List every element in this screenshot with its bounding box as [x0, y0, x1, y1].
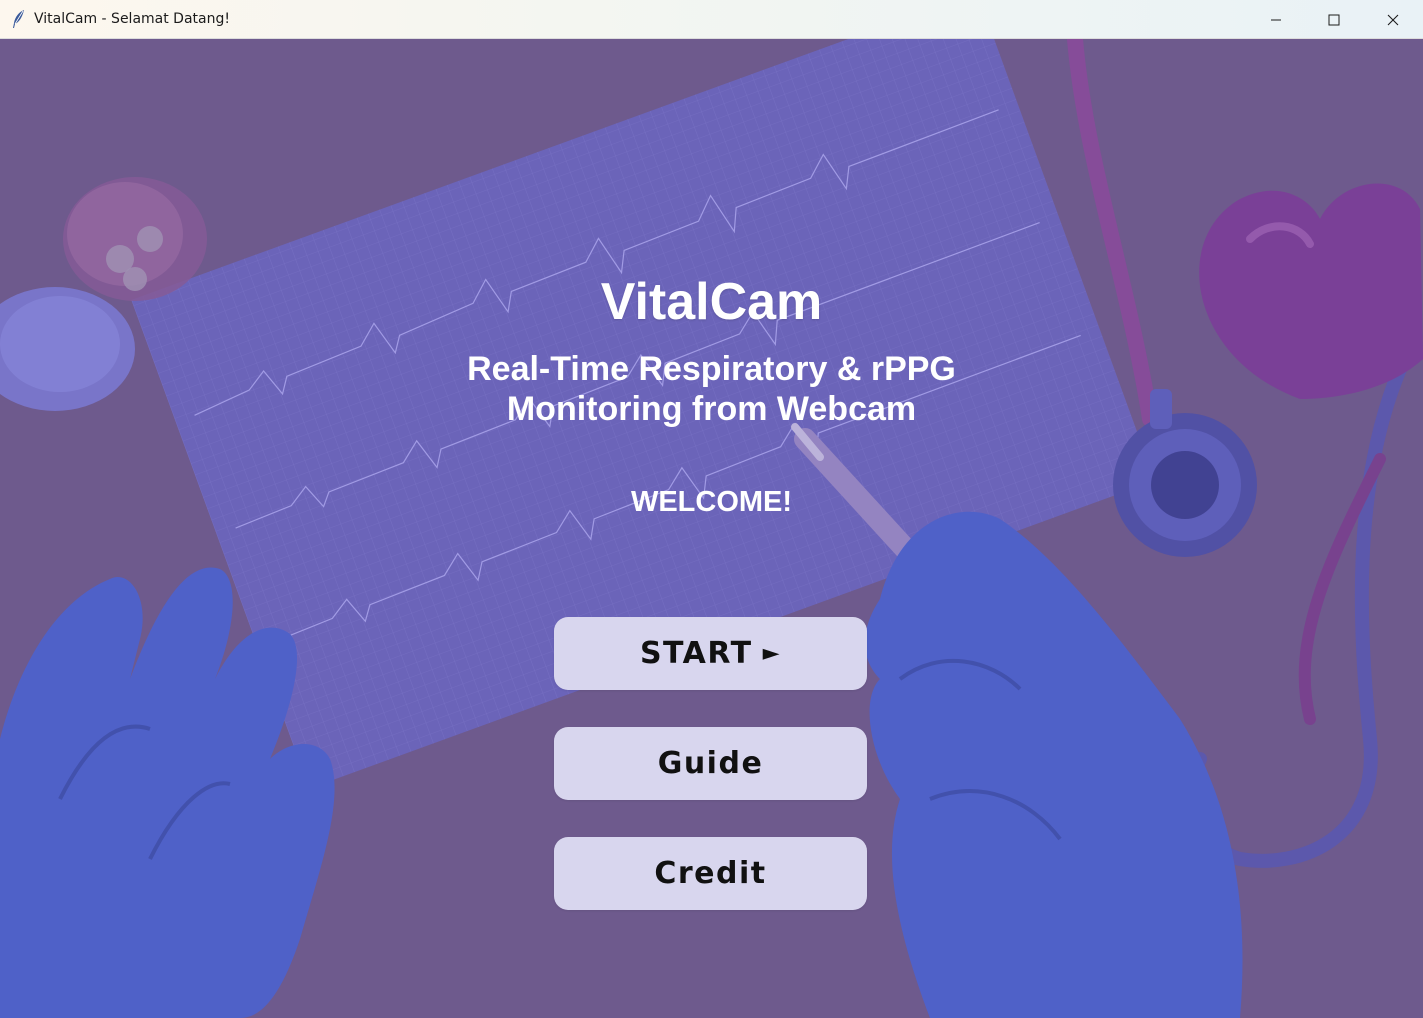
credit-button-label: Credit	[654, 856, 767, 891]
maximize-button[interactable]	[1305, 0, 1363, 39]
app-title: VitalCam	[600, 273, 823, 331]
maximize-icon	[1328, 14, 1340, 26]
guide-button[interactable]: Guide	[554, 727, 867, 800]
close-button[interactable]	[1364, 0, 1422, 39]
close-icon	[1387, 14, 1399, 26]
start-button-label: START	[639, 636, 753, 671]
welcome-screen: VitalCam Real-Time Respiratory & rPPG Mo…	[0, 39, 1423, 1018]
window-title: VitalCam - Selamat Datang!	[34, 11, 230, 27]
feather-icon	[10, 9, 26, 29]
welcome-text: WELCOME!	[630, 486, 793, 518]
minimize-icon	[1270, 14, 1282, 26]
minimize-button[interactable]	[1247, 0, 1305, 39]
guide-button-label: Guide	[657, 746, 764, 781]
subtitle-line-1: Real-Time Respiratory & rPPG	[467, 350, 956, 388]
play-icon: ►	[762, 641, 782, 666]
app-subtitle: Real-Time Respiratory & rPPG Monitoring …	[0, 349, 1423, 429]
credit-button[interactable]: Credit	[554, 837, 867, 910]
start-button[interactable]: START ►	[554, 617, 867, 690]
window-titlebar: VitalCam - Selamat Datang!	[0, 0, 1423, 39]
subtitle-line-2: Monitoring from Webcam	[506, 390, 917, 428]
